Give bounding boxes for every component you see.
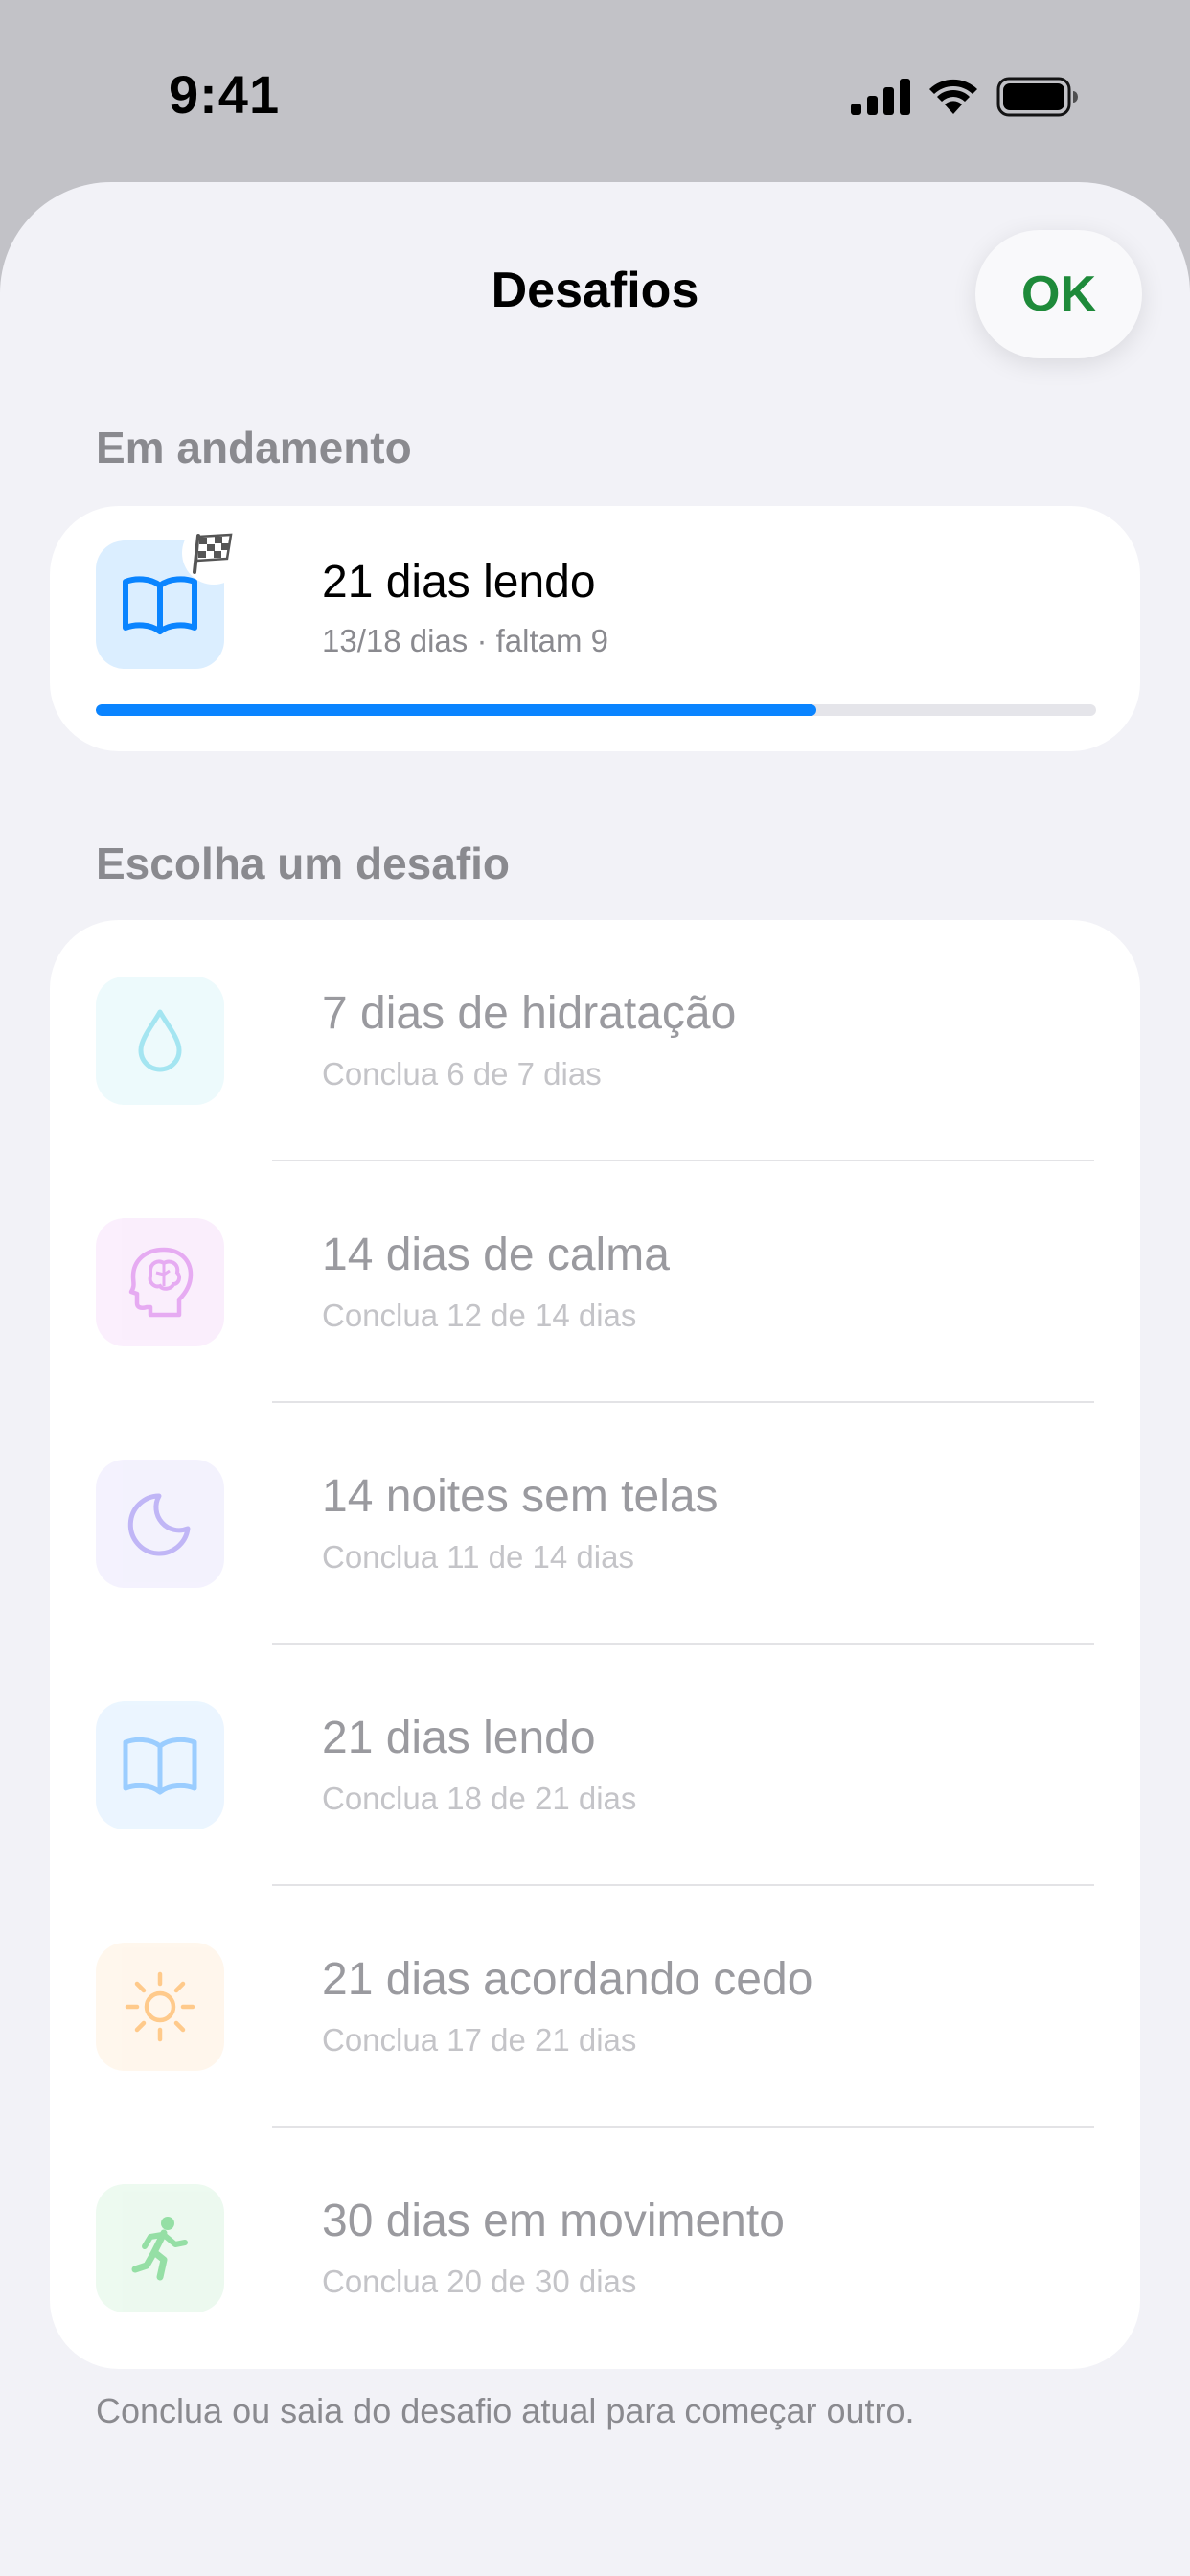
wifi-icon <box>929 79 977 114</box>
challenge-option-title: 7 dias de hidratação <box>322 988 737 1039</box>
challenge-option-title: 30 dias em movimento <box>322 2196 785 2246</box>
challenge-option-calm[interactable]: 14 dias de calma Conclua 12 de 14 dias <box>50 1162 1140 1403</box>
ok-button[interactable]: OK <box>975 230 1142 358</box>
battery-icon <box>996 77 1078 117</box>
status-time: 9:41 <box>169 64 281 125</box>
sun-icon <box>125 1971 195 2042</box>
challenge-option-title: 21 dias lendo <box>322 1713 596 1763</box>
current-challenge-subtitle: 13/18 dias · faltam 9 <box>322 623 608 658</box>
challenge-option-subtitle: Conclua 11 de 14 dias <box>322 1539 634 1575</box>
challenge-option-subtitle: Conclua 12 de 14 dias <box>322 1298 637 1333</box>
challenge-option-no-screens[interactable]: 14 noites sem telas Conclua 11 de 14 dia… <box>50 1403 1140 1644</box>
current-challenge-progress-bar <box>96 704 1096 716</box>
challenge-option-subtitle: Conclua 18 de 21 dias <box>322 1781 637 1816</box>
challenge-option-movement[interactable]: 30 dias em movimento Conclua 20 de 30 di… <box>50 2128 1140 2369</box>
brain-head-icon <box>128 1247 194 1318</box>
challenge-option-wake-early[interactable]: 21 dias acordando cedo Conclua 17 de 21 … <box>50 1886 1140 2128</box>
status-icons <box>851 71 1079 123</box>
calm-icon-tile <box>96 1218 224 1346</box>
challenge-option-title: 14 noites sem telas <box>322 1471 719 1522</box>
flag-badge <box>182 521 245 585</box>
challenge-option-hydration[interactable]: 7 dias de hidratação Conclua 6 de 7 dias <box>50 920 1140 1162</box>
no-screens-icon-tile <box>96 1460 224 1588</box>
book-icon <box>123 1736 197 1795</box>
checkered-flag-icon <box>193 533 233 574</box>
wake-early-icon-tile <box>96 1943 224 2071</box>
section-header-choose: Escolha um desafio <box>96 839 511 888</box>
challenge-option-subtitle: Conclua 20 de 30 dias <box>322 2264 637 2299</box>
running-figure-icon <box>131 2217 188 2281</box>
movement-icon-tile <box>96 2184 224 2312</box>
cellular-signal-icon <box>851 79 910 115</box>
challenge-option-title: 21 dias acordando cedo <box>322 1954 813 2005</box>
challenge-option-reading[interactable]: 21 dias lendo Conclua 18 de 21 dias <box>50 1644 1140 1886</box>
moon-icon <box>127 1493 191 1556</box>
challenge-option-subtitle: Conclua 6 de 7 dias <box>322 1056 602 1092</box>
progress-fill <box>96 704 816 716</box>
current-challenge-title: 21 dias lendo <box>322 557 596 608</box>
hydration-icon-tile <box>96 977 224 1105</box>
status-bar: 9:41 <box>0 0 1190 182</box>
section-header-in-progress: Em andamento <box>96 423 412 472</box>
book-icon <box>123 576 197 634</box>
challenges-sheet: Desafios OK Em andamento 21 dias lendo 1… <box>0 182 1190 2576</box>
current-challenge-card[interactable]: 21 dias lendo 13/18 dias · faltam 9 <box>50 506 1140 751</box>
challenge-option-title: 14 dias de calma <box>322 1230 670 1280</box>
water-drop-icon <box>138 1009 182 1072</box>
challenge-option-subtitle: Conclua 17 de 21 dias <box>322 2022 637 2058</box>
footer-note: Conclua ou saia do desafio atual para co… <box>96 2391 915 2430</box>
challenge-list-card: 7 dias de hidratação Conclua 6 de 7 dias… <box>50 920 1140 2369</box>
reading-icon-tile <box>96 1701 224 1829</box>
